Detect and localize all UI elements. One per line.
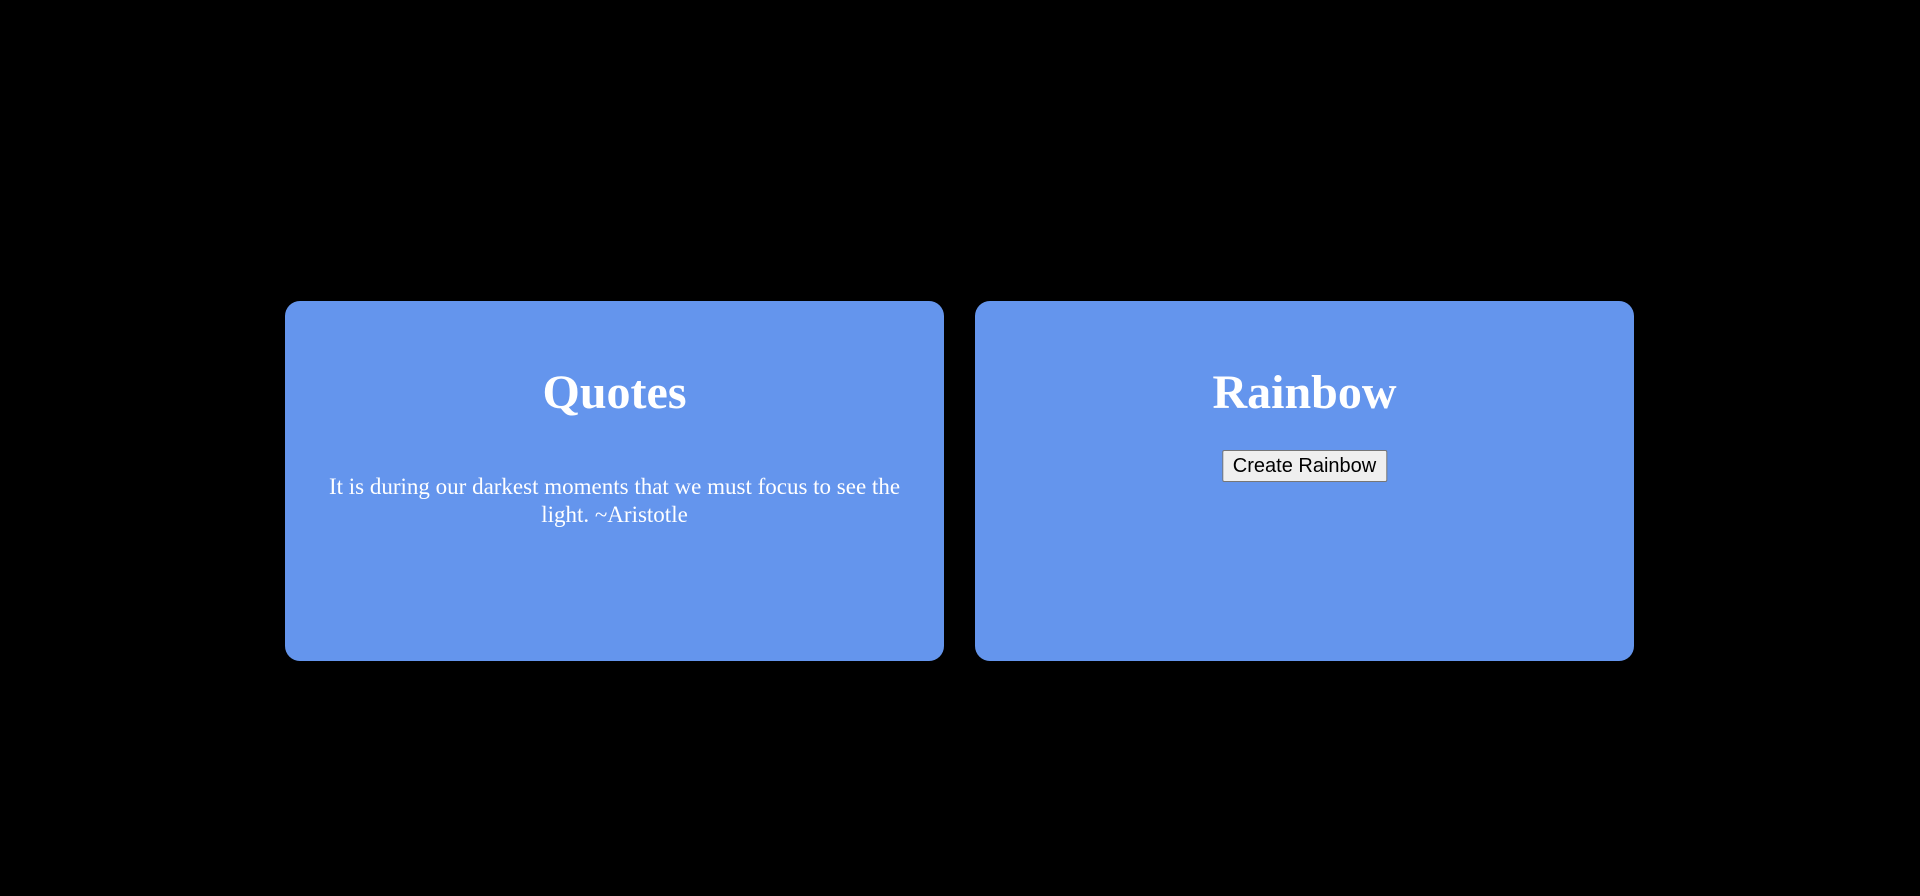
rainbow-title: Rainbow <box>1212 366 1397 419</box>
create-rainbow-button[interactable]: Create Rainbow <box>1221 450 1388 482</box>
rainbow-card: Rainbow Create Rainbow <box>975 301 1634 661</box>
quotes-title: Quotes <box>542 366 687 419</box>
quote-text: It is during our darkest moments that we… <box>328 474 901 527</box>
quotes-card: Quotes It is during our darkest moments … <box>285 301 944 661</box>
